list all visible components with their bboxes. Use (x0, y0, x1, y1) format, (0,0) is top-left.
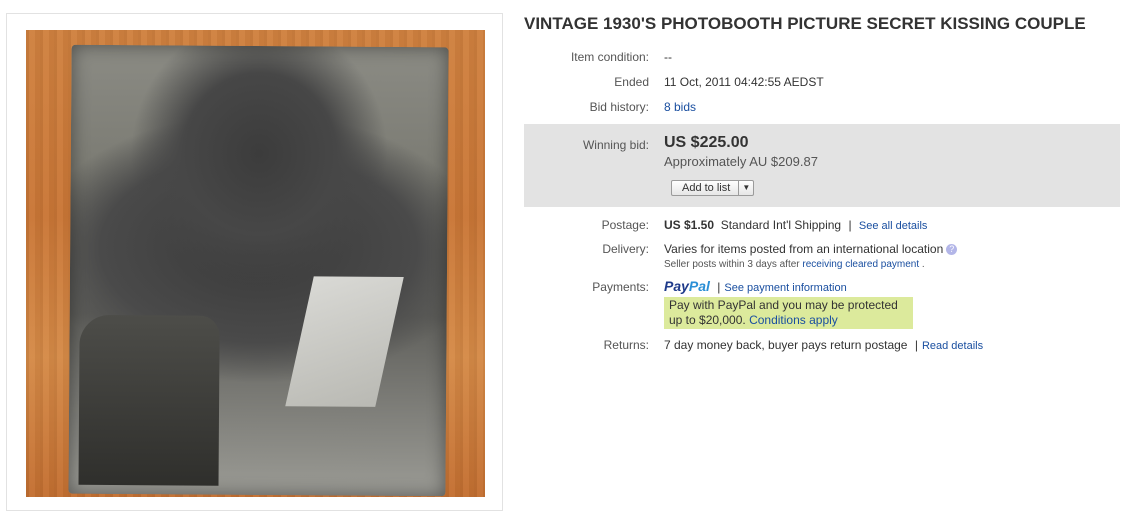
delivery-note-suffix: . (921, 259, 925, 270)
bid-history-label: Bid history: (589, 100, 649, 114)
ended-label: Ended (614, 75, 649, 89)
payments-label: Payments: (592, 280, 649, 294)
payment-info-link[interactable]: See payment information (724, 282, 846, 294)
returns-label: Returns: (603, 338, 649, 352)
item-photo-frame[interactable] (6, 13, 503, 511)
returns-text: 7 day money back, buyer pays return post… (664, 338, 908, 352)
delivery-value: Varies for items posted from an internat… (664, 241, 958, 257)
winning-bid-label: Winning bid: (582, 138, 649, 152)
winning-bid-box: Winning bid: US $225.00 Approximately AU… (524, 124, 1120, 207)
winning-bid-approx: Approximately AU $209.87 (664, 154, 818, 169)
winning-bid-price: US $225.00 (664, 134, 749, 151)
photo-collar (285, 276, 404, 407)
item-photo[interactable] (26, 30, 485, 497)
delivery-note-prefix: Seller posts within 3 days after (664, 259, 800, 270)
condition-label: Item condition: (570, 50, 649, 64)
help-icon[interactable]: ? (946, 244, 958, 255)
conditions-apply-link[interactable]: Conditions apply (749, 313, 838, 327)
chevron-down-icon[interactable]: ▼ (738, 181, 753, 195)
postage-separator: | (848, 218, 852, 232)
paypal-logo-pal: Pal (688, 278, 710, 294)
delivery-label: Delivery: (602, 242, 649, 256)
read-details-link[interactable]: Read details (922, 340, 983, 352)
ended-value: 11 Oct, 2011 04:42:55 AEDST (664, 75, 824, 89)
paypal-logo: PayPal (664, 278, 710, 294)
add-to-list-button[interactable]: Add to list ▼ (671, 180, 755, 196)
payments-value: PayPal | See payment information (664, 278, 847, 296)
photo-print (68, 44, 449, 497)
paypal-protection-box: Pay with PayPal and you may be protected… (664, 297, 913, 329)
paypal-logo-pay: Pay (664, 278, 689, 294)
delivery-note: Seller posts within 3 days after receivi… (664, 257, 925, 273)
paypal-protection-line1: Pay with PayPal and you may be protected (669, 298, 898, 312)
postage-value: US $1.50 Standard Int'l Shipping | See a… (664, 217, 927, 234)
condition-value: -- (664, 50, 672, 64)
postage-label: Postage: (601, 218, 649, 232)
returns-value: 7 day money back, buyer pays return post… (664, 337, 983, 354)
returns-separator: | (914, 338, 918, 352)
see-all-details-link[interactable]: See all details (859, 220, 928, 232)
paypal-protection-amount: up to $20,000. (669, 313, 746, 327)
cleared-payment-link[interactable]: receiving cleared payment (802, 259, 919, 270)
paypal-protection-line2: up to $20,000. Conditions apply (669, 313, 908, 328)
delivery-row: Delivery: Varies for items posted from a… (524, 241, 1120, 273)
postage-price: US $1.50 (664, 218, 715, 232)
payments-separator: | (717, 280, 721, 294)
payments-row: Payments: PayPal | See payment informatio… (524, 278, 1120, 329)
listing-title: VINTAGE 1930'S PHOTOBOOTH PICTURE SECRET… (524, 14, 1086, 33)
postage-service: Standard Int'l Shipping (720, 218, 842, 232)
photo-shoulder (78, 314, 220, 486)
bid-history-link[interactable]: 8 bids (664, 99, 696, 115)
delivery-text: Varies for items posted from an internat… (664, 242, 944, 256)
add-to-list-label[interactable]: Add to list (672, 181, 738, 195)
